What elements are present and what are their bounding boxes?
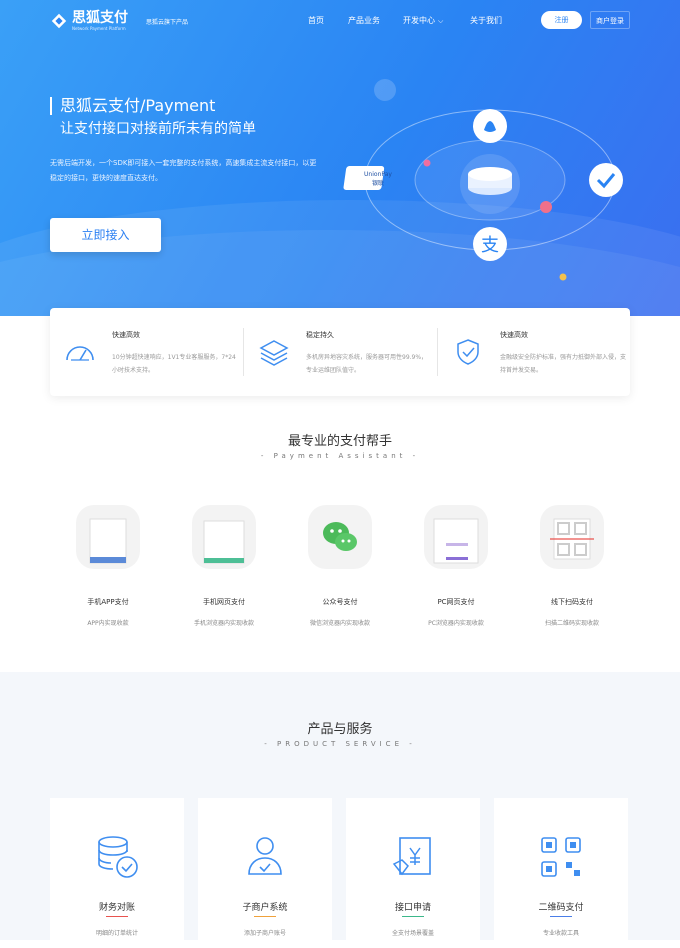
mobile-web-icon bbox=[192, 505, 256, 569]
product-card[interactable]: 接口申请 全支付场景覆盖 bbox=[346, 798, 480, 948]
wechat-icon bbox=[308, 505, 372, 569]
payment-method-title: 手机网页支付 bbox=[203, 598, 245, 606]
decor-bubble-icon bbox=[374, 79, 396, 101]
fox-logo-icon bbox=[51, 13, 67, 28]
product-accent-line bbox=[106, 916, 128, 917]
wechat-pay-icon bbox=[589, 163, 623, 197]
phone-app-icon bbox=[76, 505, 140, 569]
product-accent-line bbox=[254, 916, 276, 917]
feature-title: 快速高效 bbox=[112, 331, 140, 339]
payment-method-item[interactable]: 线下扫码支付 扫描二维码实现收款 bbox=[527, 505, 617, 635]
section-subtitle: - PRODUCT SERVICE - bbox=[264, 740, 416, 748]
nav-products[interactable]: 产品业务 bbox=[348, 15, 380, 26]
speedometer-icon bbox=[66, 346, 94, 361]
svg-text:支: 支 bbox=[481, 235, 499, 256]
section-title: 产品与服务 bbox=[307, 722, 373, 737]
hero-title: 思狐云支付/Payment bbox=[60, 96, 216, 115]
shield-check-icon bbox=[457, 339, 479, 365]
payment-orbit-illustration: 支 UnionPay 银联 bbox=[343, 79, 623, 281]
svg-text:UnionPay: UnionPay bbox=[364, 171, 392, 178]
hero-subtitle: 让支付接口对接前所未有的简单 bbox=[60, 121, 256, 137]
qr-scan-icon bbox=[540, 505, 604, 569]
feature-item: 快速高效 10分钟超快速响应，1V1专业客服服务，7*24小时技术支持。 bbox=[50, 308, 243, 396]
merchant-login-button[interactable]: 商户登录 bbox=[590, 11, 630, 29]
payment-method-item[interactable]: 手机网页支付 手机浏览器内实现收款 bbox=[179, 505, 269, 635]
product-title: 财务对账 bbox=[98, 903, 135, 913]
payment-method-desc: 手机浏览器内实现收款 bbox=[193, 620, 254, 627]
product-title: 子商户系统 bbox=[242, 903, 288, 913]
product-title: 二维码支付 bbox=[538, 903, 584, 913]
qr-code-icon bbox=[541, 837, 581, 877]
product-card[interactable]: 子商户系统 添加子商户账号 bbox=[198, 798, 332, 948]
logo-subtitle: Network Payment Platform bbox=[72, 26, 126, 31]
payment-method-title: 公众号支付 bbox=[322, 598, 358, 606]
register-button[interactable]: 注册 bbox=[541, 11, 582, 29]
feature-desc: 10分钟超快速响应，1V1专业客服服务，7*24小时技术支持。 bbox=[112, 354, 236, 374]
feature-item: 稳定持久 多机房异地容灾系统，服务器可用性99.9%，专业运维团队值守。 bbox=[244, 308, 437, 396]
nav-dev-center[interactable]: 开发中心 ⌵ bbox=[403, 15, 443, 26]
database-check-icon bbox=[98, 836, 138, 878]
invoice-yen-icon bbox=[392, 837, 431, 876]
nav-dev-center-label: 开发中心 bbox=[403, 16, 435, 25]
logo-name: 思狐支付 bbox=[72, 10, 128, 26]
payment-method-title: 手机APP支付 bbox=[87, 598, 129, 606]
product-title: 接口申请 bbox=[394, 903, 431, 913]
features-bar: 快速高效 10分钟超快速响应，1V1专业客服服务，7*24小时技术支持。 稳定持… bbox=[50, 308, 630, 396]
pc-web-icon bbox=[424, 505, 488, 569]
section-subtitle: - Payment Assistant - bbox=[260, 452, 420, 460]
feature-item: 快速高效 金融级安全防护标准，强有力抵御外部入侵，支持首并发交易。 bbox=[438, 308, 631, 396]
product-desc: 全支付场景覆盖 bbox=[391, 930, 434, 937]
payment-method-item[interactable]: PC网页支付 PC浏览器内实现收款 bbox=[411, 505, 501, 635]
hero-description: 无需后端开发，一个SDK即可接入一套完整的支付系统，高速集成主流支付接口，以更稳… bbox=[50, 159, 317, 182]
hero-banner: 思狐支付 Network Payment Platform 思狐云旗下产品 首页… bbox=[0, 0, 680, 316]
payment-method-item[interactable]: 公众号支付 微信浏览器内实现收款 bbox=[295, 505, 385, 635]
layers-icon bbox=[259, 340, 289, 366]
product-card[interactable]: 财务对账 明细的订单统计 bbox=[50, 798, 184, 948]
nav-about[interactable]: 关于我们 bbox=[470, 15, 502, 26]
product-accent-line bbox=[550, 916, 572, 917]
product-card[interactable]: 二维码支付 专业收款工具 bbox=[494, 798, 628, 948]
payment-method-desc: 微信浏览器内实现收款 bbox=[309, 620, 370, 627]
payment-method-title: PC网页支付 bbox=[437, 598, 475, 606]
product-desc: 明细的订单统计 bbox=[95, 930, 138, 937]
user-check-icon bbox=[248, 837, 282, 875]
feature-title: 稳定持久 bbox=[306, 331, 334, 339]
payment-method-item[interactable]: 手机APP支付 APP内实现收款 bbox=[63, 505, 153, 635]
payment-method-title: 线下扫码支付 bbox=[551, 598, 593, 606]
nav-home[interactable]: 首页 bbox=[308, 15, 324, 26]
title-accent-bar bbox=[50, 97, 52, 115]
feature-desc: 多机房异地容灾系统，服务器可用性99.9%，专业运维团队值守。 bbox=[306, 354, 428, 374]
product-desc: 添加子商户账号 bbox=[243, 930, 286, 937]
chevron-down-icon: ⌵ bbox=[438, 17, 444, 25]
slogan: 思狐云旗下产品 bbox=[146, 19, 189, 26]
section-title: 最专业的支付帮手 bbox=[287, 434, 392, 449]
svg-text:银联: 银联 bbox=[372, 179, 384, 187]
product-accent-line bbox=[402, 916, 424, 917]
product-desc: 专业收款工具 bbox=[542, 930, 579, 937]
feature-desc: 金融级安全防护标准，强有力抵御外部入侵，支持首并发交易。 bbox=[500, 354, 627, 374]
payment-method-desc: APP内实现收款 bbox=[87, 620, 129, 627]
cta-button[interactable]: 立即接入 bbox=[50, 218, 161, 252]
payment-method-desc: PC浏览器内实现收款 bbox=[428, 620, 484, 627]
feature-title: 快速高效 bbox=[500, 331, 528, 339]
logo[interactable]: 思狐支付 Network Payment Platform bbox=[50, 10, 128, 31]
payment-method-desc: 扫描二维码实现收款 bbox=[544, 620, 599, 627]
